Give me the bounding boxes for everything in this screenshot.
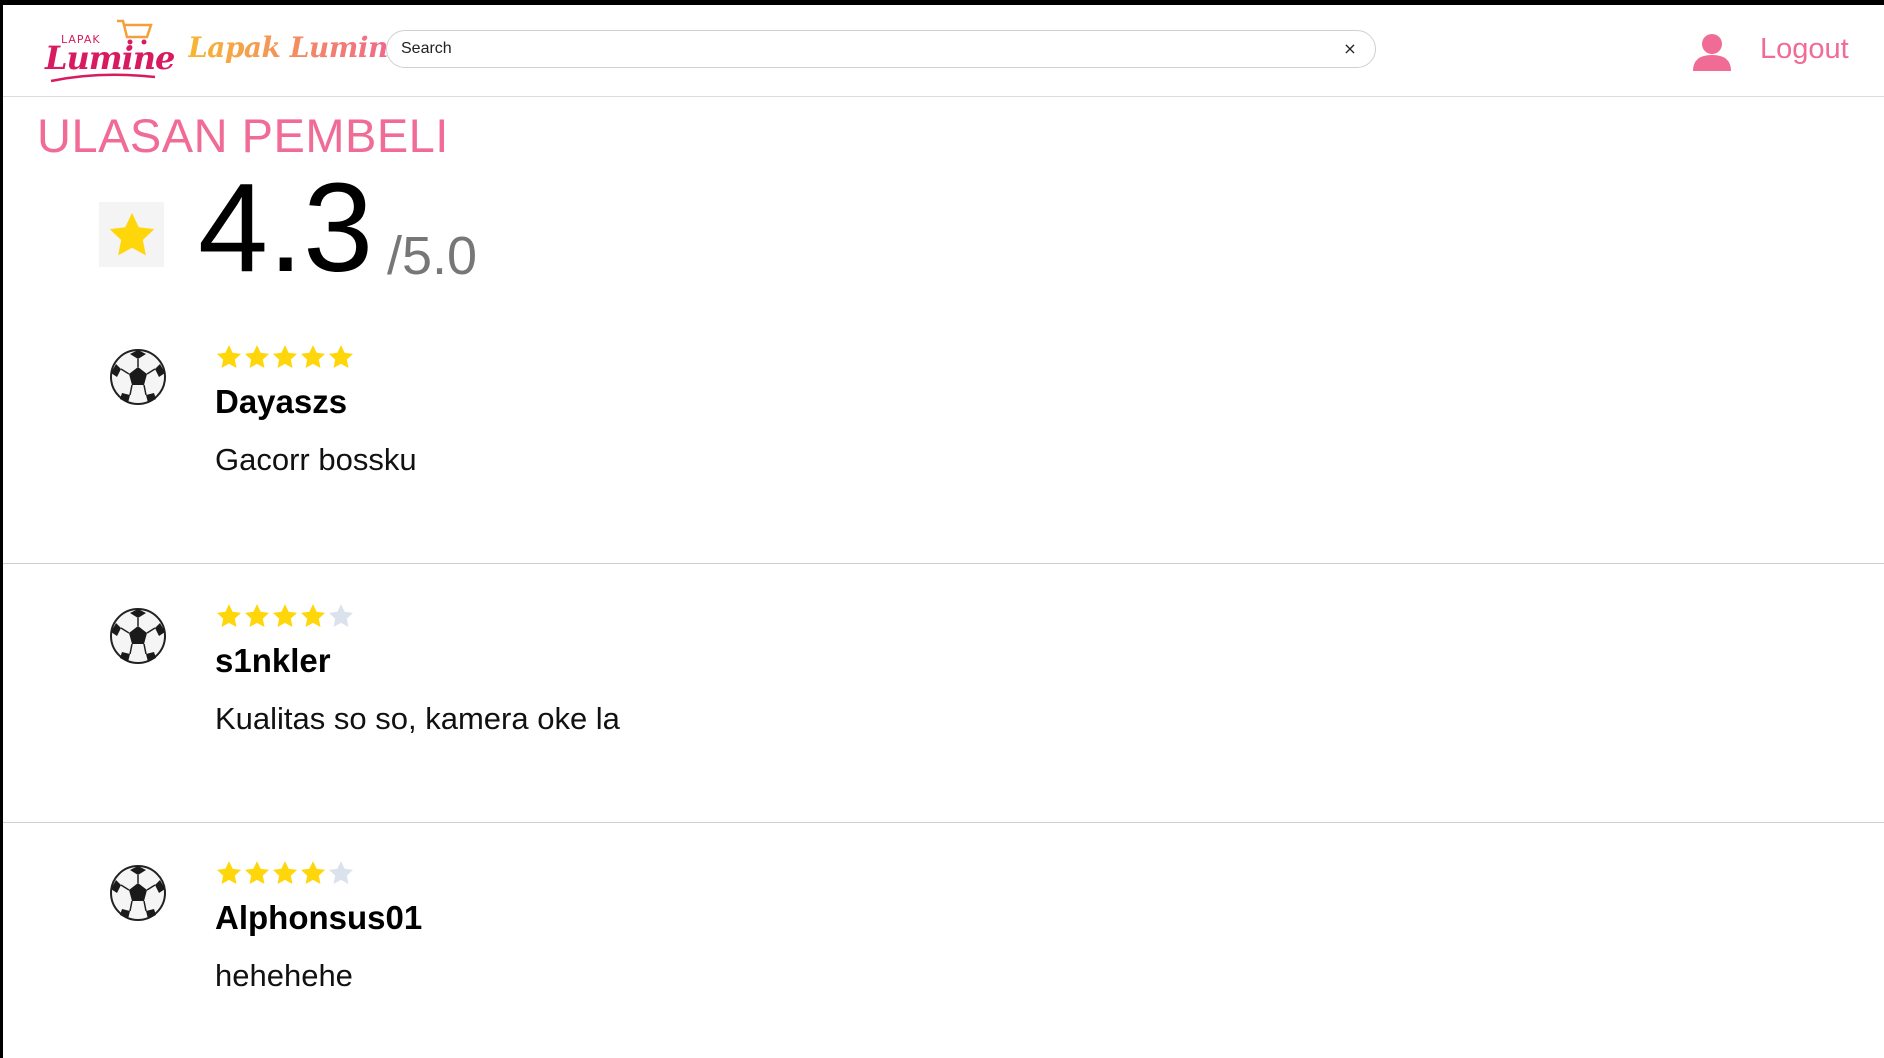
user-profile-button[interactable] [1691, 31, 1733, 73]
star-icon [109, 212, 154, 255]
star-filled-icon [244, 345, 270, 368]
average-rating: 4.3 [198, 157, 374, 298]
search-bar: × [386, 30, 1376, 68]
reviewer-name: Alphonsus01 [215, 899, 423, 936]
review-comment: hehehehe [215, 958, 353, 993]
star-filled-icon [216, 861, 242, 884]
logo-swoosh [50, 73, 156, 83]
star-filled-icon [272, 861, 298, 884]
soccer-ball-icon [110, 865, 166, 921]
star-empty-icon [328, 604, 354, 627]
soccer-ball-icon [110, 608, 166, 664]
review-item: Dayaszs Gacorr bossku [3, 305, 1884, 564]
star-rating [215, 343, 355, 373]
user-icon [1693, 34, 1731, 71]
review-comment: Kualitas so so, kamera oke la [215, 701, 620, 736]
star-rating [215, 602, 355, 632]
lapak-lumine-logo[interactable]: LAPAK Lumine [43, 11, 175, 87]
search-input[interactable] [401, 31, 1301, 66]
logo-main-text: Lumine [45, 39, 175, 77]
review-page: LAPAK Lumine Lapak Lumine × Logout ULASA… [3, 5, 1884, 1058]
star-filled-icon [244, 604, 270, 627]
star-empty-icon [328, 861, 354, 884]
logout-link[interactable]: Logout [1760, 33, 1849, 66]
reviewer-avatar [108, 347, 168, 407]
star-filled-icon [272, 604, 298, 627]
clear-search-button[interactable]: × [1339, 37, 1361, 59]
star-filled-icon [328, 345, 354, 368]
max-rating: /5.0 [387, 226, 478, 286]
star-filled-icon [300, 861, 326, 884]
review-item: s1nkler Kualitas so so, kamera oke la [3, 564, 1884, 823]
reviewer-avatar [108, 606, 168, 666]
reviewer-avatar [108, 863, 168, 923]
star-filled-icon [300, 345, 326, 368]
star-filled-icon [300, 604, 326, 627]
page-title: ULASAN PEMBELI [37, 109, 449, 162]
star-filled-icon [244, 861, 270, 884]
star-filled-icon [272, 345, 298, 368]
star-rating [215, 859, 355, 889]
reviewer-name: Dayaszs [215, 383, 348, 420]
top-navbar: LAPAK Lumine Lapak Lumine × Logout [3, 5, 1884, 97]
soccer-ball-icon [110, 349, 166, 405]
reviewer-name: s1nkler [215, 642, 331, 679]
star-filled-icon [216, 345, 242, 368]
star-filled-icon [216, 604, 242, 627]
rating-star-badge [99, 202, 164, 267]
brand-name[interactable]: Lapak Lumine [188, 31, 406, 64]
review-item: Alphonsus01 hehehehe [3, 821, 1884, 1058]
review-comment: Gacorr bossku [215, 442, 417, 477]
